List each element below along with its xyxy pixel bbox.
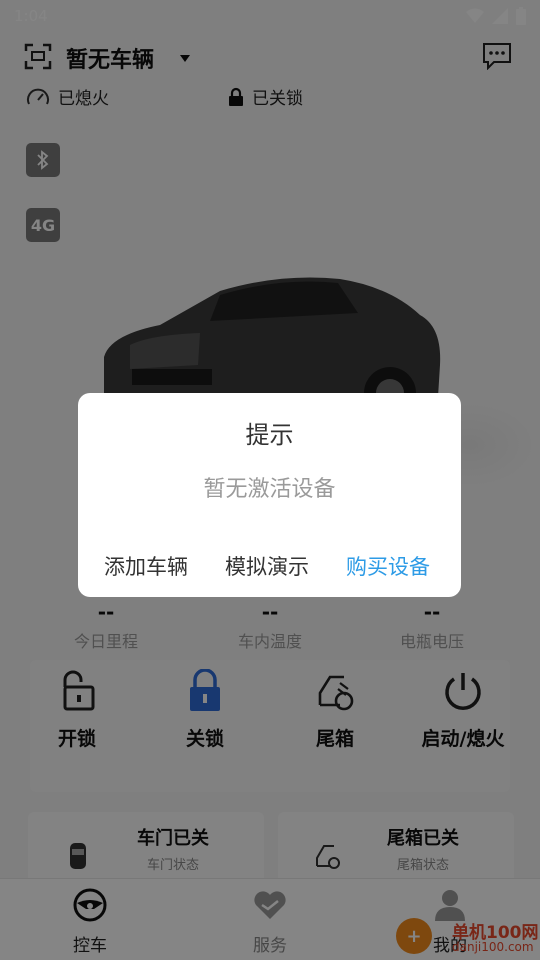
add-vehicle-button[interactable]: 添加车辆: [104, 551, 188, 581]
prompt-dialog: 提示 暂无激活设备 添加车辆 模拟演示 购买设备: [78, 393, 461, 597]
app-screen: 1:04 暂无车辆 已熄火 已关锁 4G -- 今日里程 -- 车内温度 -- …: [0, 0, 540, 960]
dialog-title: 提示: [245, 421, 294, 449]
buy-device-button[interactable]: 购买设备: [346, 551, 430, 581]
dialog-message: 暂无激活设备: [203, 477, 336, 502]
demo-mode-button[interactable]: 模拟演示: [225, 551, 309, 581]
